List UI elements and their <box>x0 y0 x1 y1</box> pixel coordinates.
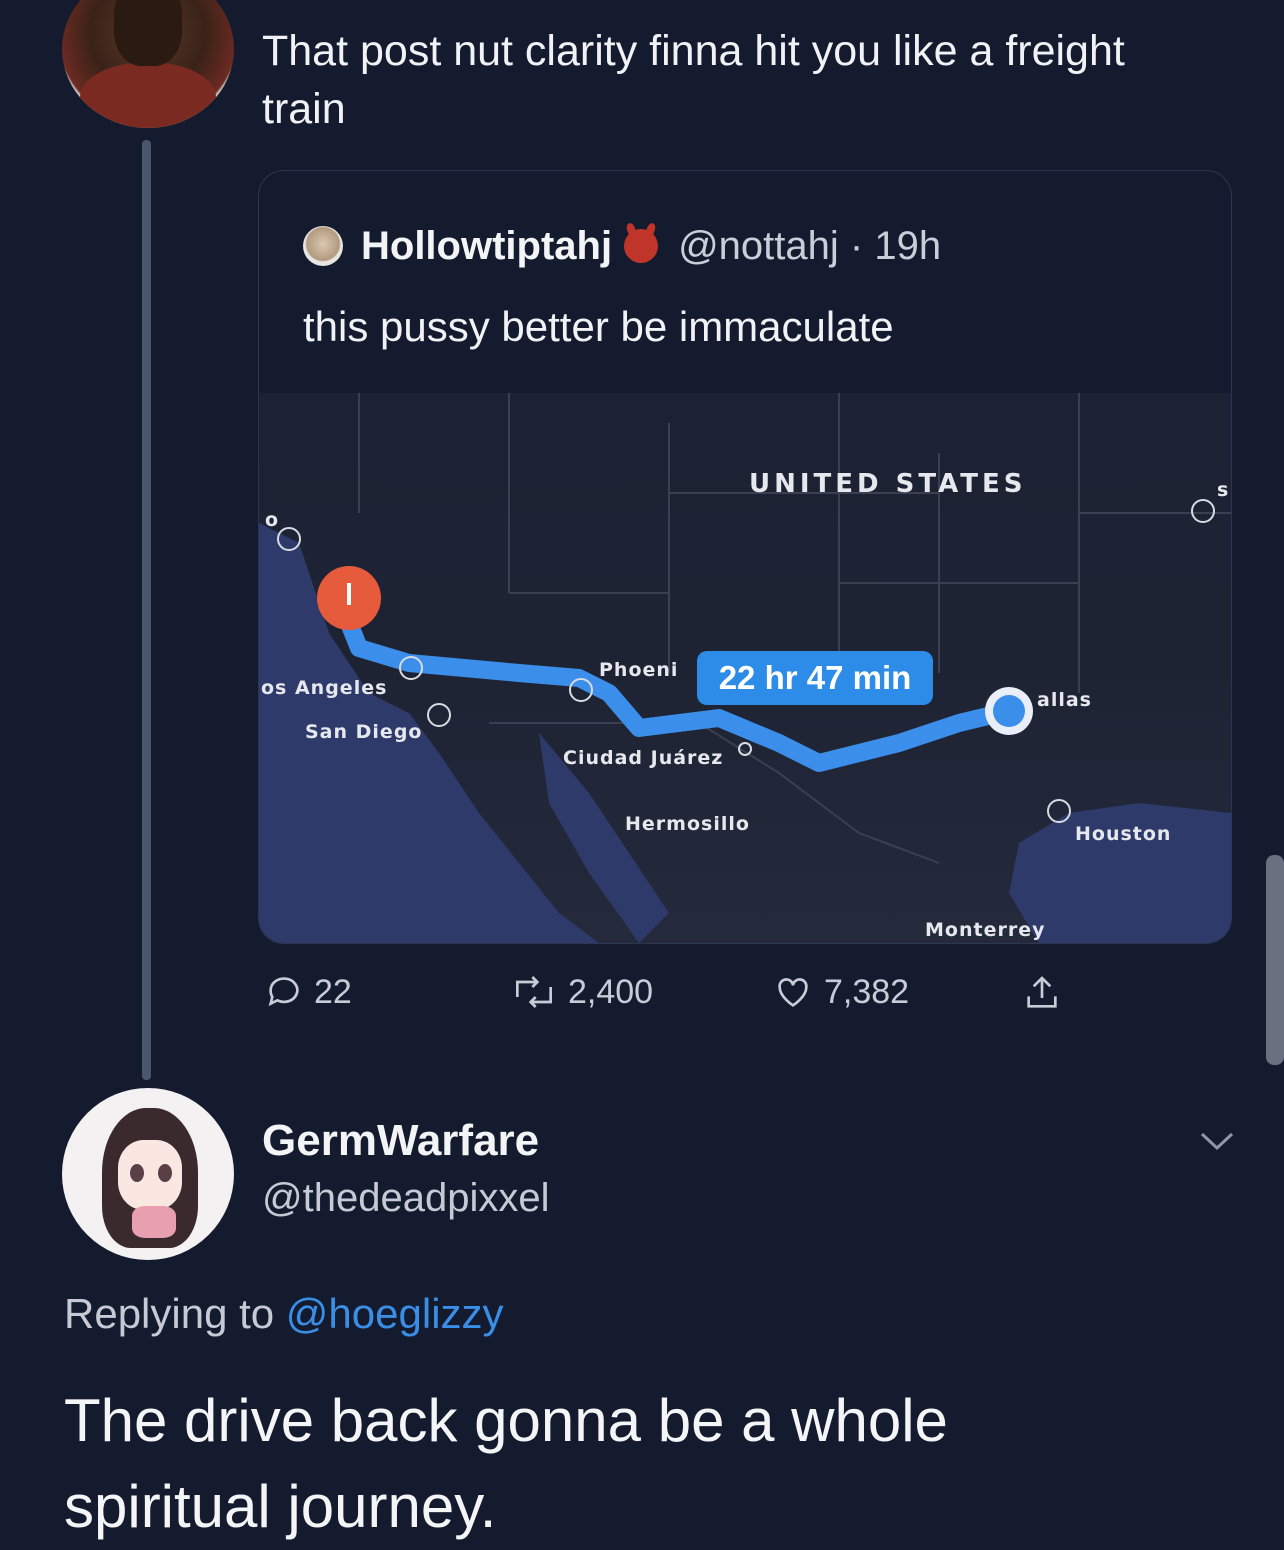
map-label-phoenix: Phoeni <box>599 659 679 681</box>
retweet-icon <box>516 976 552 1008</box>
quoted-handle: @nottahj · 19h <box>678 223 942 268</box>
map-label-houston: Houston <box>1075 823 1172 845</box>
avatar-face <box>118 1140 182 1210</box>
replying-to-handle[interactable]: @hoeglizzy <box>286 1290 504 1337</box>
avatar[interactable] <box>62 1088 234 1260</box>
map-label-san-diego: San Diego <box>305 721 423 743</box>
map-label-edge-left: o <box>265 509 280 531</box>
share-button[interactable] <box>1022 972 1072 1014</box>
quoted-avatar[interactable] <box>303 226 343 266</box>
quoted-tweet-header: Hollowtiptahj @nottahj · 19h <box>303 221 941 271</box>
reply-button[interactable]: 22 <box>264 972 352 1012</box>
chevron-down-icon[interactable] <box>1196 1126 1238 1156</box>
tweet-action-bar: 22 2,400 7,382 <box>258 972 1158 1028</box>
tweet-text: The drive back gonna be a whole spiritua… <box>64 1387 948 1540</box>
tweet-text: That post nut clarity finna hit you like… <box>262 27 1125 133</box>
retweet-count: 2,400 <box>568 972 654 1011</box>
user-handle[interactable]: @thedeadpixxel <box>262 1176 549 1221</box>
state-borders <box>358 393 1231 864</box>
reply-icon <box>268 977 299 1007</box>
map-label-ciudad-juarez: Ciudad Juárez <box>563 747 724 769</box>
reply-count: 22 <box>314 972 352 1011</box>
avatar-eye <box>158 1164 172 1182</box>
country-label: UNITED STATES <box>749 469 1027 499</box>
display-name[interactable]: GermWarfare <box>262 1116 539 1166</box>
quoted-tweet-text: this pussy better be immaculate <box>303 303 894 350</box>
map-label-hermosillo: Hermosillo <box>625 813 750 835</box>
like-button[interactable]: 7,382 <box>772 972 909 1012</box>
avatar-shirt <box>80 62 216 128</box>
avatar-eye <box>130 1164 144 1182</box>
thread-line <box>142 140 151 1080</box>
avatar[interactable] <box>62 0 234 128</box>
route-map[interactable]: UNITED STATES o s os Angeles San Diego P… <box>259 393 1231 943</box>
retweet-button[interactable]: 2,400 <box>510 972 653 1012</box>
share-icon <box>1027 976 1057 1008</box>
quoted-tweet-card[interactable]: Hollowtiptahj @nottahj · 19h this pussy … <box>258 170 1232 944</box>
avatar-face <box>114 0 182 66</box>
like-count: 7,382 <box>824 972 910 1011</box>
pin-needle <box>347 583 351 605</box>
avatar-scarf <box>132 1206 176 1238</box>
replying-to-label: Replying to <box>64 1290 275 1337</box>
eta-badge[interactable]: 22 hr 47 min <box>697 651 933 705</box>
heart-icon <box>778 978 808 1007</box>
map-label-los-angeles: os Angeles <box>261 677 388 699</box>
map-label-dallas: allas <box>1037 689 1092 711</box>
replying-to: Replying to @hoeglizzy <box>64 1290 504 1338</box>
map-label-edge-right: s <box>1217 479 1230 501</box>
map-label-monterrey: Monterrey <box>925 919 1046 941</box>
scrollbar-thumb[interactable] <box>1266 855 1284 1065</box>
quoted-display-name[interactable]: Hollowtiptahj <box>361 224 612 269</box>
demon-emoji-icon <box>624 229 659 263</box>
destination-dot[interactable] <box>993 695 1025 727</box>
